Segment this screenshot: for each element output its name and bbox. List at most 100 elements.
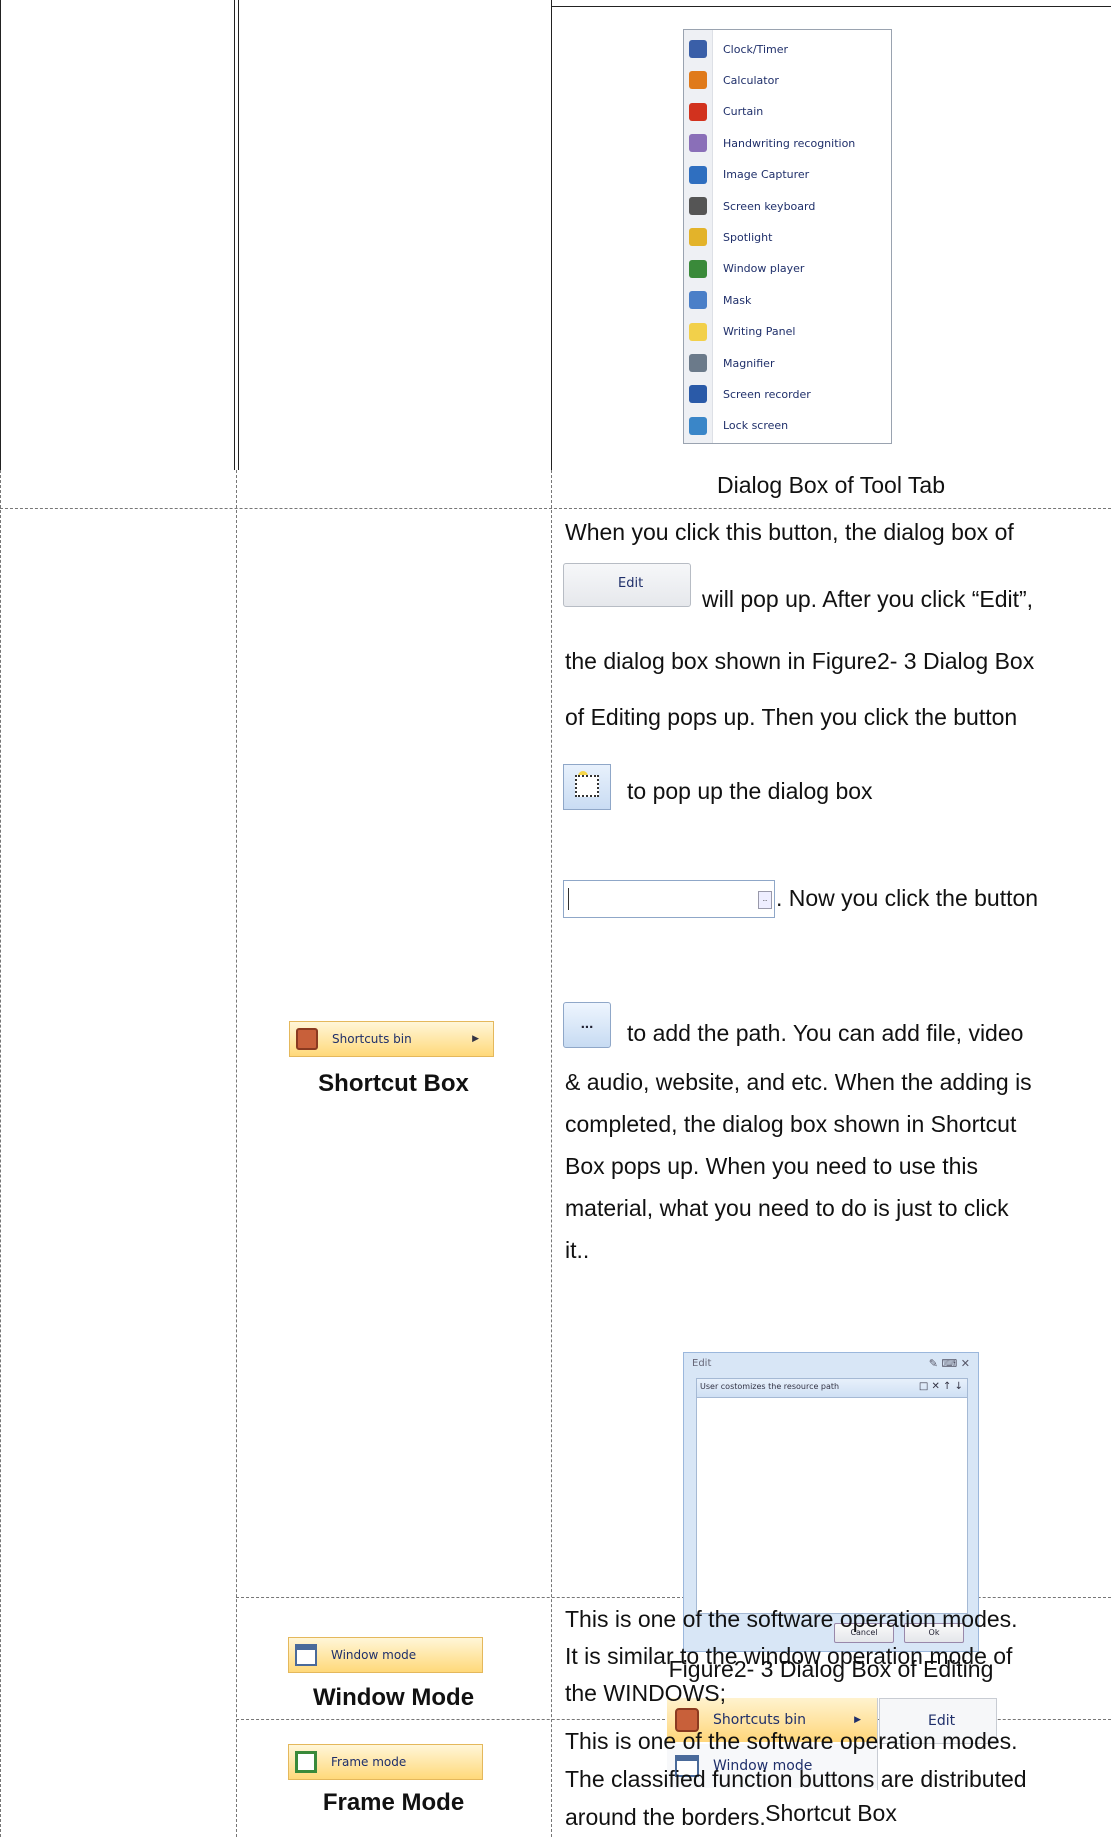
tool-menu-item-label: Screen keyboard xyxy=(723,199,816,213)
tool-menu-item-label: Screen recorder xyxy=(723,387,811,401)
para-line: . Now you click the button xyxy=(776,878,1106,919)
tool-menu-item-label: Window player xyxy=(723,262,805,276)
edit-dialog-tool-icons: ✎ ⌨ ✕ xyxy=(928,1357,970,1370)
para-line-text: it.. xyxy=(565,1237,590,1263)
shortcut-description: When you click this button, the dialog b… xyxy=(565,512,1105,553)
tool-menu-item-label: Writing Panel xyxy=(723,325,796,339)
keyboard-icon xyxy=(689,197,707,215)
tool-menu-item[interactable]: Mask xyxy=(684,285,891,315)
tool-menu-item[interactable]: Window player xyxy=(684,254,891,284)
tool-menu-item-label: Spotlight xyxy=(723,230,773,244)
para-line: of Editing pops up. Then you click the b… xyxy=(565,697,1105,738)
frame-mode-icon xyxy=(295,1751,317,1773)
para-line: When you click this button, the dialog b… xyxy=(565,519,1014,545)
tool-menu-item-label: Clock/Timer xyxy=(723,42,789,56)
tool-menu-item-label: Curtain xyxy=(723,105,764,119)
para-line-text: completed, the dialog box shown in Short… xyxy=(565,1111,1017,1137)
screen-recorder-icon xyxy=(689,385,707,404)
tool-menu-item[interactable]: Screen keyboard xyxy=(684,191,891,221)
para-line-text: . Now you click the button xyxy=(776,885,1039,911)
table-left-edge xyxy=(0,0,1,470)
tool-menu-item-label: Image Capturer xyxy=(723,168,810,182)
tool-menu-item[interactable]: Spotlight xyxy=(684,222,891,252)
browse-dots-button: ... xyxy=(563,1002,611,1048)
shortcuts-bin-button[interactable]: Shortcuts bin ▶ xyxy=(289,1021,494,1057)
para-line-text: to pop up the dialog box xyxy=(627,778,873,804)
para-line: Box pops up. When you need to use this xyxy=(565,1146,1105,1187)
magnifier-icon xyxy=(689,354,707,372)
para-line-text: the dialog box shown in Figure2- 3 Dialo… xyxy=(565,648,1035,674)
tool-menu-item[interactable]: Clock/Timer xyxy=(684,34,891,64)
tool-tab-caption: Dialog Box of Tool Tab xyxy=(716,472,946,498)
image-capturer-icon xyxy=(689,165,707,184)
para-line-text: This is one of the software operation mo… xyxy=(565,1728,1018,1754)
para-line-text: material, what you need to do is just to… xyxy=(565,1195,1009,1221)
frame-mode-description: This is one of the software operation mo… xyxy=(565,1722,1105,1836)
frame-mode-button[interactable]: Frame mode xyxy=(288,1744,483,1780)
window-mode-icon xyxy=(295,1644,317,1666)
window-mode-button[interactable]: Window mode xyxy=(288,1637,483,1673)
new-item-icon xyxy=(563,764,611,810)
resource-path-header-text: User costomizes the resource path xyxy=(700,1382,840,1391)
table-col-line-1 xyxy=(234,0,235,470)
window-player-icon xyxy=(689,259,707,278)
resource-path-header: User costomizes the resource path □ ✕ ↑ … xyxy=(697,1379,967,1398)
tool-menu-item[interactable]: Curtain xyxy=(684,97,891,127)
calculator-icon xyxy=(689,71,707,90)
tool-menu-item[interactable]: Magnifier xyxy=(684,348,891,378)
shortcuts-bin-icon xyxy=(296,1028,318,1050)
para-line: to add the path. You can add file, video xyxy=(627,1013,1107,1054)
curtain-icon xyxy=(689,102,707,121)
tool-menu-item[interactable]: Handwriting recognition xyxy=(684,128,891,158)
shortcut-box-title: Shortcut Box xyxy=(318,1070,469,1097)
tool-menu-item[interactable]: Calculator xyxy=(684,65,891,95)
table-col-line-1b xyxy=(238,0,239,470)
para-line-text: the WINDOWS; xyxy=(565,1680,727,1706)
spotlight-icon xyxy=(689,228,707,247)
table-row-line-1 xyxy=(0,508,1111,509)
browse-mini-icon: .. xyxy=(758,891,772,909)
clock-icon xyxy=(689,40,707,58)
tool-menu-item[interactable]: Lock screen xyxy=(684,411,891,441)
table-row-line-2 xyxy=(236,1597,1111,1598)
tool-menu-item-label: Handwriting recognition xyxy=(723,136,856,150)
para-line: & audio, website, and etc. When the addi… xyxy=(565,1062,1105,1103)
tool-menu-item[interactable]: Screen recorder xyxy=(684,379,891,409)
para-line: completed, the dialog box shown in Short… xyxy=(565,1104,1105,1145)
shortcuts-bin-label: Shortcuts bin xyxy=(332,1032,412,1046)
tool-menu-item-label: Magnifier xyxy=(723,356,775,370)
window-mode-label: Window mode xyxy=(331,1648,417,1662)
lock-screen-icon xyxy=(689,416,707,435)
tool-menu-item-label: Mask xyxy=(723,293,752,307)
mask-icon xyxy=(689,291,707,310)
para-line: it.. xyxy=(565,1230,1105,1271)
tool-menu-item[interactable]: Image Capturer xyxy=(684,160,891,190)
table-border-top xyxy=(551,6,1111,7)
handwriting-icon xyxy=(689,134,707,153)
edit-dialog-title: Edit xyxy=(692,1358,712,1369)
table-col-line-1-dashed xyxy=(236,470,237,1837)
table-col-line-2-dashed xyxy=(551,470,552,1837)
list-action-icons: □ ✕ ↑ ↓ xyxy=(918,1381,963,1392)
para-line-text: & audio, website, and etc. When the addi… xyxy=(565,1069,1032,1095)
tool-menu-item[interactable]: Writing Panel xyxy=(684,317,891,347)
para-line: will pop up. After you click “Edit”, xyxy=(702,579,1102,620)
para-line-text: The classified function buttons are dist… xyxy=(565,1766,1027,1792)
tool-menu-item-label: Calculator xyxy=(723,73,779,87)
table-left-edge-dashed xyxy=(0,470,1,1837)
edit-button-label: Edit xyxy=(618,576,644,591)
para-line: material, what you need to do is just to… xyxy=(565,1188,1105,1229)
para-line: the dialog box shown in Figure2- 3 Dialo… xyxy=(565,641,1105,682)
para-line-text: will pop up. After you click “Edit”, xyxy=(702,586,1034,612)
para-line-text: This is one of the software operation mo… xyxy=(565,1606,1018,1632)
resource-path-list: User costomizes the resource path □ ✕ ↑ … xyxy=(696,1378,968,1614)
tool-tab-dialog: Clock/Timer Calculator Curtain Handwriting … xyxy=(683,29,892,444)
window-mode-description: This is one of the software operation mo… xyxy=(565,1601,1105,1712)
path-input-illustration: .. xyxy=(563,880,775,918)
para-line: to pop up the dialog box xyxy=(627,771,1097,812)
tool-menu-item-label: Lock screen xyxy=(723,419,789,433)
para-line-text: around the borders. xyxy=(565,1804,766,1830)
submenu-arrow-icon: ▶ xyxy=(472,1034,479,1044)
frame-mode-title: Frame Mode xyxy=(322,1789,465,1816)
frame-mode-label: Frame mode xyxy=(331,1755,407,1769)
